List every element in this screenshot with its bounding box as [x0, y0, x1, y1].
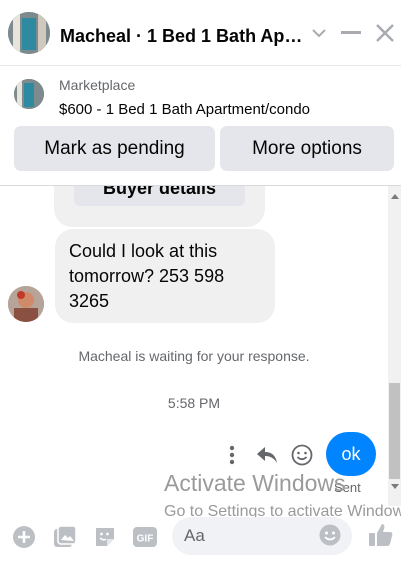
photo-icon[interactable] — [52, 524, 78, 550]
emoji-icon[interactable] — [318, 523, 344, 549]
scrollbar-thumb[interactable] — [389, 383, 400, 479]
gif-label: GIF — [137, 534, 154, 545]
more-options-button[interactable]: More options — [220, 126, 394, 171]
message-input[interactable]: Aa — [172, 517, 352, 555]
marketplace-label: Marketplace — [59, 77, 136, 93]
contact-avatar[interactable] — [8, 12, 50, 54]
sticker-icon[interactable] — [92, 524, 118, 550]
waiting-status: Macheal is waiting for your response. — [78, 348, 310, 364]
message-thread: Buyer details Could I look at this tomor… — [0, 186, 401, 506]
scroll-up-arrow[interactable] — [390, 192, 399, 201]
close-icon[interactable] — [372, 20, 398, 46]
buyer-details-button[interactable]: Buyer details — [74, 186, 245, 206]
like-icon[interactable] — [368, 522, 394, 548]
minimize-icon[interactable] — [338, 20, 364, 46]
marketplace-listing: Marketplace $600 - 1 Bed 1 Bath Apartmen… — [0, 66, 401, 186]
listing-thumbnail[interactable] — [14, 79, 44, 109]
mark-as-pending-button[interactable]: Mark as pending — [14, 126, 215, 171]
chat-header: Macheal · 1 Bed 1 Bath Apa... — [0, 0, 401, 66]
message-placeholder: Aa — [184, 526, 205, 545]
add-icon[interactable] — [11, 524, 37, 550]
reply-icon[interactable] — [255, 443, 279, 467]
incoming-message: Could I look at this tomorrow? 253 598 3… — [55, 229, 275, 323]
listing-title[interactable]: $600 - 1 Bed 1 Bath Apartment/condo — [59, 101, 310, 118]
chat-title[interactable]: Macheal · 1 Bed 1 Bath Apa... — [60, 26, 305, 47]
gif-icon[interactable]: GIF — [132, 524, 158, 550]
more-actions-icon[interactable] — [222, 444, 242, 466]
scroll-down-arrow[interactable] — [390, 482, 399, 491]
react-emoji-icon[interactable] — [290, 443, 314, 467]
activate-windows-watermark: Activate Windows — [164, 470, 346, 496]
message-composer: GIF Aa — [0, 506, 401, 568]
sender-avatar[interactable] — [8, 286, 44, 322]
message-timestamp: 5:58 PM — [167, 395, 221, 411]
chevron-down-icon[interactable] — [306, 20, 332, 46]
